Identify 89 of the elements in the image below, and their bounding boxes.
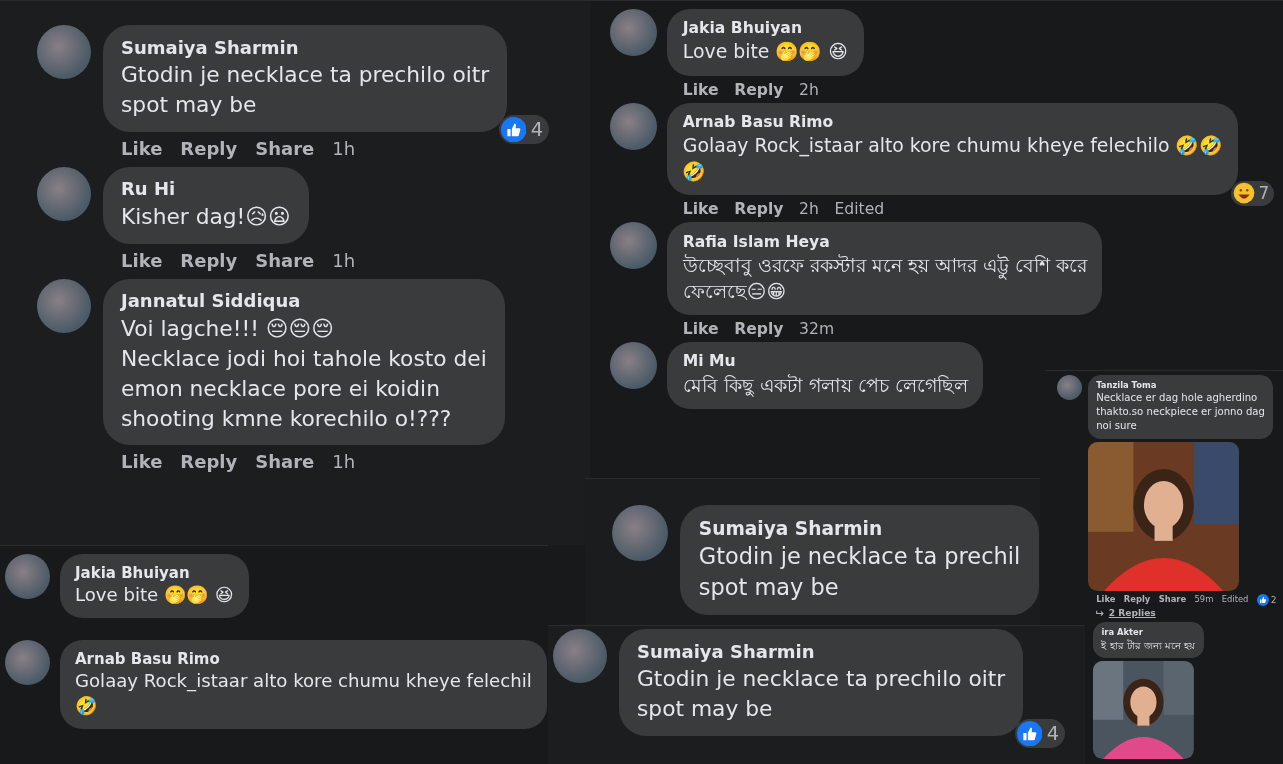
comment-text: thakto.so neckpiece er jonno dag <box>1096 405 1265 420</box>
action-link[interactable]: Reply <box>734 200 784 219</box>
comment-text: ই হার টার জন্য মনে হয় <box>1101 638 1196 653</box>
avatar[interactable] <box>610 9 657 56</box>
comment-text: Gtodin je necklace ta prechil <box>698 542 1021 572</box>
edited-label: Edited <box>834 200 885 219</box>
action-link[interactable]: Reply <box>180 249 238 271</box>
reaction-count: 4 <box>1046 722 1060 746</box>
comment-author[interactable]: Arnab Basu Rimo <box>75 648 532 669</box>
comment-text: Gtodin je necklace ta prechilo oitr <box>637 665 1006 694</box>
comment-author[interactable]: ira Akter <box>1101 627 1196 639</box>
comment-author[interactable]: Sumaiya Sharmin <box>121 35 490 60</box>
comment-text: Gtodin je necklace ta prechilo oitr <box>121 61 490 90</box>
timestamp: 2h <box>799 200 819 219</box>
comment-text: Golaay Rock_istaar alto kore chumu kheye felechilo 🤣🤣 <box>682 134 1223 159</box>
avatar[interactable] <box>610 342 657 389</box>
comment-text: Golaay Rock_istaar alto kore chumu kheye felechil <box>75 669 532 694</box>
avatar[interactable] <box>610 102 657 150</box>
action-link[interactable]: Share <box>1158 594 1187 607</box>
reaction-count: 7 <box>1258 183 1270 204</box>
comment-author[interactable]: Rafia Islam Heya <box>682 231 1087 253</box>
action-link[interactable]: Like <box>682 200 719 219</box>
action-link[interactable]: Reply <box>1123 594 1151 607</box>
avatar[interactable] <box>553 629 607 683</box>
action-link[interactable]: Like <box>121 249 163 271</box>
timestamp: 2h <box>799 80 819 99</box>
comment-author[interactable]: Jakia Bhuiyan <box>75 562 234 583</box>
comment-text: 🤣 <box>682 160 707 185</box>
comment-author[interactable]: Tanzila Toma <box>1096 379 1265 392</box>
action-link[interactable]: Share <box>255 451 315 473</box>
comment-text: emon necklace pore ei koidin <box>121 374 440 403</box>
comment-text: Love bite 🤭🤭 😆 <box>75 583 234 608</box>
comment-text: 🤣 <box>75 694 98 719</box>
reaction-badge[interactable]: 4 <box>499 115 550 144</box>
action-link[interactable]: Share <box>255 249 315 271</box>
timestamp: 1h <box>332 451 356 473</box>
comment-text: spot may be <box>698 573 839 603</box>
comment-text: spot may be <box>637 695 773 724</box>
action-link[interactable]: Reply <box>180 137 238 159</box>
comment-text: উচ্ছেবাবু ওরফে রকস্টার মনে হয় আদর এট্টু বেশি করে <box>682 252 1087 279</box>
avatar[interactable] <box>5 554 50 599</box>
action-link[interactable]: Like <box>682 320 719 339</box>
comment-text: Voi lagche!!! 😔😔😔 <box>121 314 334 343</box>
thumbs-up-icon <box>1256 594 1269 607</box>
thumbs-up-icon <box>500 116 527 143</box>
comment-text: Necklace er dag hole agherdino <box>1096 391 1258 406</box>
comment-text: noi sure <box>1096 419 1137 434</box>
timestamp: 1h <box>332 249 356 271</box>
timestamp: 1h <box>332 137 356 159</box>
action-link[interactable]: Reply <box>180 451 238 473</box>
comment-text: shooting kmne korechilo o!??? <box>121 404 452 433</box>
edited-label: Edited <box>1221 594 1249 607</box>
action-link[interactable]: Reply <box>734 320 784 339</box>
reply-arrow-icon <box>1096 609 1105 617</box>
comment-text: Kisher dag!😥😦 <box>121 202 291 231</box>
comment-text: Love bite 🤭🤭 😆 <box>682 40 848 65</box>
reaction-count: 4 <box>530 118 544 142</box>
comment-author[interactable]: Sumaiya Sharmin <box>698 515 1021 541</box>
action-link[interactable]: Like <box>682 80 719 99</box>
avatar[interactable] <box>37 166 91 221</box>
comment-author[interactable]: Sumaiya Sharmin <box>637 639 1006 664</box>
avatar[interactable] <box>37 25 91 79</box>
action-link[interactable]: Share <box>255 137 315 159</box>
comment-text: Necklace jodi hoi tahole kosto dei <box>121 344 487 373</box>
emoji-icon <box>1232 182 1255 205</box>
timestamp: 32m <box>799 320 835 339</box>
action-link[interactable]: Like <box>121 137 163 159</box>
comment-text: spot may be <box>121 91 257 120</box>
comment-author[interactable]: Mi Mu <box>682 351 968 373</box>
comment-text: ফেলেছে😑😁 <box>682 279 787 304</box>
comment-author[interactable]: Ru Hi <box>121 177 291 202</box>
avatar[interactable] <box>612 505 668 561</box>
reaction-count: 2 <box>1270 595 1277 606</box>
comment-text: মেবি কিছু একটা গলায় পেচ লেগেছিল <box>682 373 968 398</box>
reaction-badge[interactable]: 4 <box>1015 719 1066 748</box>
replies-link[interactable]: 2 Replies <box>1108 608 1156 619</box>
action-link[interactable]: Like <box>1096 594 1116 607</box>
timestamp: 59m <box>1194 594 1214 607</box>
thumbs-up-icon <box>1016 720 1043 747</box>
comment-author[interactable]: Jannatul Siddiqua <box>121 289 487 314</box>
avatar[interactable] <box>610 222 657 270</box>
comment-author[interactable]: Jakia Bhuiyan <box>682 18 848 40</box>
avatar[interactable] <box>1057 375 1083 401</box>
action-link[interactable]: Like <box>121 451 163 473</box>
action-link[interactable]: Reply <box>734 80 784 99</box>
reaction-badge[interactable]: 7 <box>1231 180 1275 206</box>
avatar[interactable] <box>5 640 50 685</box>
comment-author[interactable]: Arnab Basu Rimo <box>682 111 1223 133</box>
avatar[interactable] <box>37 278 91 333</box>
